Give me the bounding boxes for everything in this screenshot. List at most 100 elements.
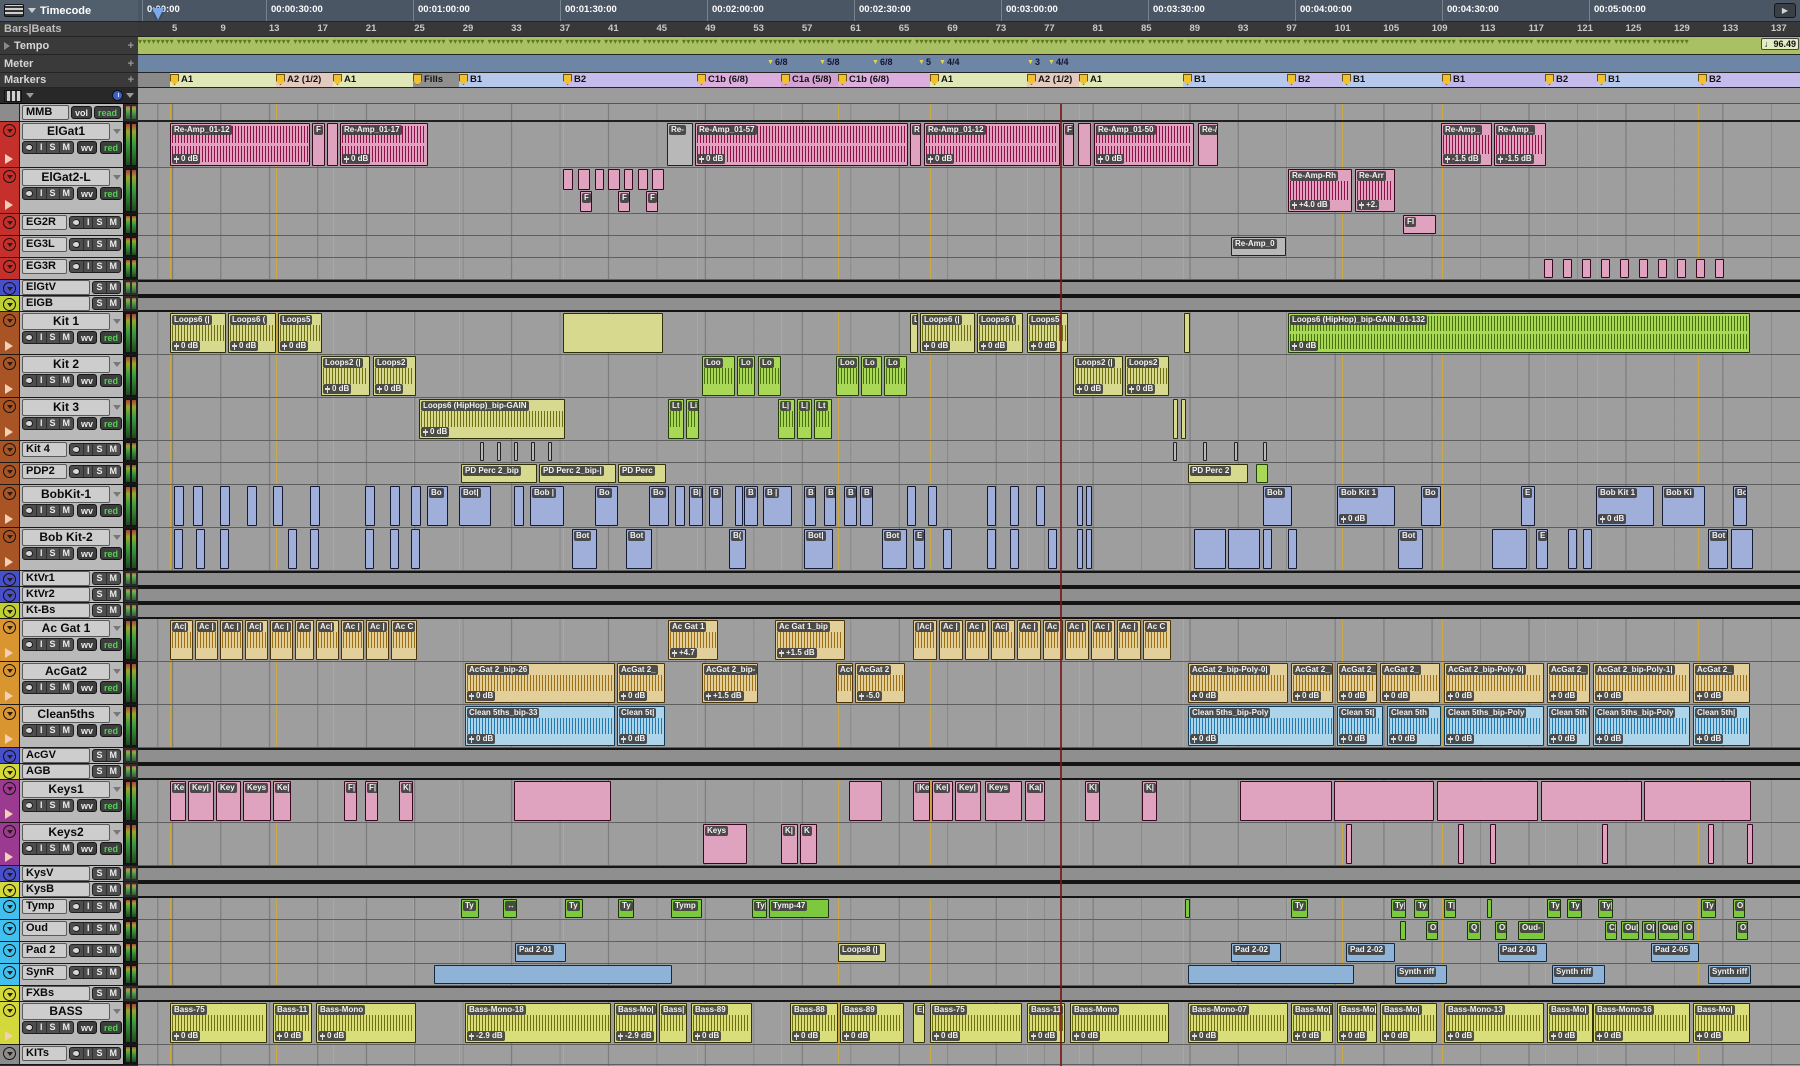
mute-button[interactable]: M bbox=[59, 142, 74, 153]
track-collapse-button[interactable] bbox=[3, 298, 16, 311]
record-enable-button[interactable] bbox=[26, 802, 33, 809]
track-collapse-button[interactable] bbox=[3, 988, 16, 1001]
clip[interactable]: Bot bbox=[1708, 529, 1728, 569]
tempo-readout[interactable]: ♩96.49 bbox=[1761, 38, 1799, 50]
track-name[interactable]: KysV bbox=[22, 866, 90, 881]
clip[interactable] bbox=[907, 486, 916, 526]
clip[interactable]: Keys bbox=[985, 781, 1022, 821]
clip[interactable]: E bbox=[913, 529, 925, 569]
clip[interactable] bbox=[624, 169, 633, 190]
clip[interactable]: PD Perc 2_bip-| bbox=[539, 464, 616, 483]
track-name[interactable]: Clean5ths bbox=[22, 706, 110, 723]
bar-number[interactable]: 45 bbox=[657, 23, 668, 34]
track-menu-icon[interactable] bbox=[113, 362, 121, 367]
clip[interactable]: Key bbox=[216, 781, 241, 821]
track-collapse-button[interactable] bbox=[3, 314, 16, 327]
track-header-bass[interactable]: BASSISMwvred bbox=[0, 1002, 138, 1045]
timecode-tick[interactable]: 00:02:00:00 bbox=[707, 0, 764, 21]
clip[interactable]: Bob bbox=[1263, 486, 1292, 526]
timecode-tick[interactable]: 00:01:00:00 bbox=[413, 0, 470, 21]
track-name[interactable]: Ac Gat 1 bbox=[22, 620, 110, 637]
track-lane-acgat2[interactable]: AcGat 2_bip-260 dBAcGat 2_0 dBAcGat 2_bi… bbox=[138, 662, 1800, 705]
clip[interactable] bbox=[1036, 486, 1045, 526]
input-monitor-button[interactable]: I bbox=[83, 923, 93, 934]
track-collapse-button[interactable] bbox=[3, 530, 16, 543]
clip[interactable]: PD Perc 2 bbox=[1188, 464, 1248, 483]
bar-number[interactable]: 33 bbox=[511, 23, 522, 34]
solo-button[interactable]: S bbox=[93, 868, 105, 879]
clip[interactable]: Clean 5ths_bip-330 dB bbox=[465, 706, 615, 746]
clip[interactable] bbox=[608, 169, 620, 190]
clip[interactable] bbox=[1583, 529, 1592, 569]
track-header-kit3[interactable]: Kit 3ISMwvred bbox=[0, 398, 138, 441]
clip[interactable] bbox=[1708, 824, 1714, 864]
clip[interactable] bbox=[365, 486, 375, 526]
clip[interactable] bbox=[1077, 529, 1083, 569]
automation-read-button[interactable]: red bbox=[100, 374, 122, 387]
waveform-view-button[interactable]: wv bbox=[77, 799, 97, 812]
clip[interactable]: Ke| bbox=[273, 781, 291, 821]
track-header-bobkit2[interactable]: Bob Kit-2ISMwvred bbox=[0, 528, 138, 571]
clip[interactable] bbox=[390, 529, 399, 569]
clip[interactable]: Bot bbox=[626, 529, 652, 569]
track-name[interactable]: FXBs bbox=[22, 986, 90, 1001]
input-monitor-button[interactable]: I bbox=[83, 444, 93, 455]
marker-flag[interactable]: C1b (6/8) bbox=[838, 74, 889, 85]
mute-button[interactable]: M bbox=[106, 1048, 121, 1059]
markers-ruler-label[interactable]: Markers + bbox=[0, 73, 138, 88]
track-collapse-button[interactable] bbox=[3, 868, 16, 881]
clock-icon[interactable] bbox=[112, 90, 123, 101]
input-monitor-button[interactable]: I bbox=[83, 239, 93, 250]
clip[interactable]: K| bbox=[399, 781, 413, 821]
clip[interactable] bbox=[1188, 965, 1354, 984]
clip[interactable]: AcGat 2_0 dB bbox=[1291, 663, 1333, 703]
clip[interactable]: Ac | bbox=[366, 620, 389, 660]
track-header-kysv[interactable]: KysVSM bbox=[0, 866, 138, 882]
mute-button[interactable]: M bbox=[59, 375, 74, 386]
clip[interactable]: Loops6 (|0 dB bbox=[920, 313, 975, 353]
track-header-acgat1[interactable]: Ac Gat 1ISMwvred bbox=[0, 619, 138, 662]
clip[interactable]: Clean 5ths_bip-Poly0 dB bbox=[1188, 706, 1334, 746]
track-menu-icon[interactable] bbox=[113, 830, 121, 835]
clip[interactable]: F bbox=[580, 191, 592, 212]
waveform-view-button[interactable]: wv bbox=[77, 141, 97, 154]
track-collapse-button[interactable] bbox=[3, 400, 16, 413]
track-header-kit1[interactable]: Kit 1ISMwvred bbox=[0, 312, 138, 355]
track-collapse-button[interactable] bbox=[3, 922, 16, 935]
clip[interactable] bbox=[1620, 259, 1629, 278]
clip[interactable] bbox=[273, 486, 283, 526]
mute-button[interactable]: M bbox=[106, 466, 121, 477]
clip[interactable] bbox=[1010, 529, 1019, 569]
clip[interactable]: AcGat 2-5.0 bbox=[855, 663, 905, 703]
clip[interactable] bbox=[1203, 442, 1207, 461]
waveform-view-button[interactable]: wv bbox=[77, 724, 97, 737]
track-lane-pad2[interactable]: Pad 2-01Loops8 (|Pad 2-02Pad 2-02Pad 2-0… bbox=[138, 942, 1800, 964]
mute-button[interactable]: M bbox=[59, 188, 74, 199]
track-lane-tymp[interactable]: Ty↔TyTyTympTy|Tymp-47TyTy|TyT|Ty|TyTy|Ty… bbox=[138, 898, 1800, 920]
clip[interactable]: Bass-Mo|0 dB bbox=[1547, 1003, 1593, 1043]
automation-read-button[interactable]: red bbox=[100, 417, 122, 430]
solo-button[interactable]: S bbox=[93, 884, 105, 895]
timecode-tick[interactable]: 00:03:00:00 bbox=[1001, 0, 1058, 21]
track-menu-icon[interactable] bbox=[113, 175, 121, 180]
solo-button[interactable]: S bbox=[46, 843, 59, 854]
clip[interactable]: Ac | bbox=[1091, 620, 1115, 660]
clip[interactable]: Loops6 (HipHop)_bip-GAIN0 dB bbox=[419, 399, 565, 439]
track-collapse-button[interactable] bbox=[3, 170, 16, 183]
solo-button[interactable]: S bbox=[92, 444, 105, 455]
track-lane-acgat1[interactable]: Ac|Ac |Ac |Ac|Ac |AcAc|Ac |Ac |Ac CAc Ga… bbox=[138, 619, 1800, 662]
waveform-view-button[interactable]: wv bbox=[77, 1021, 97, 1034]
clip[interactable]: O| bbox=[1495, 921, 1507, 940]
track-header-clean5ths[interactable]: Clean5thsISMwvred bbox=[0, 705, 138, 748]
clip[interactable]: Bass-Mono0 dB bbox=[316, 1003, 416, 1043]
track-name[interactable]: EG2R bbox=[22, 215, 67, 230]
marker-flag[interactable]: B2 bbox=[1287, 74, 1310, 85]
record-enable-button[interactable] bbox=[73, 263, 80, 270]
clip[interactable] bbox=[638, 169, 648, 190]
track-lane-elgat2l[interactable]: FFFRe-Amp-Rh+4.0 dBRe-Arr+2. bbox=[138, 168, 1800, 214]
waveform-view-button[interactable]: wv bbox=[77, 187, 97, 200]
clip[interactable]: Keys bbox=[243, 781, 271, 821]
clip[interactable]: Bo bbox=[1421, 486, 1441, 526]
bar-number[interactable]: 89 bbox=[1189, 23, 1200, 34]
clip[interactable]: Re-/ bbox=[1198, 123, 1218, 166]
